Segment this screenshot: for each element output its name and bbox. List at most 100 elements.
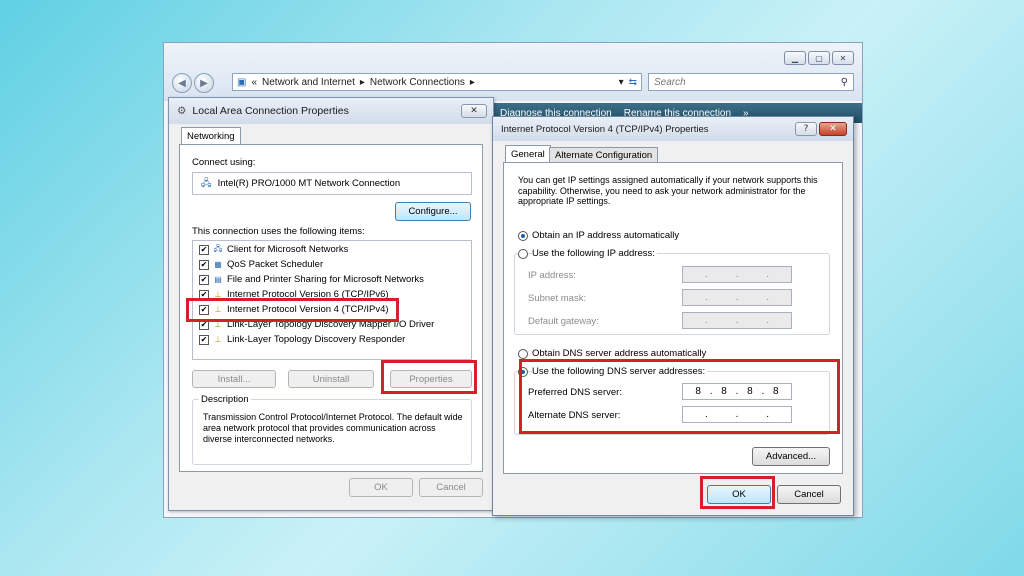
- refresh-icon[interactable]: ⇆: [629, 77, 641, 88]
- breadcrumb-separator-icon[interactable]: ▸: [360, 77, 365, 88]
- adapter-name: Intel(R) PRO/1000 MT Network Connection: [217, 178, 401, 189]
- tab-networking-label: Networking: [187, 131, 235, 142]
- component-checkbox[interactable]: ✔: [199, 319, 209, 330]
- use-following-ip-radio[interactable]: [518, 249, 528, 259]
- ipv4-close-button[interactable]: ✕: [819, 122, 847, 136]
- breadcrumb-separator-icon[interactable]: ▸: [470, 77, 475, 88]
- preferred-dns-field[interactable]: 8 . 8 . 8 . 8: [682, 383, 792, 400]
- install-button[interactable]: Install...: [192, 370, 276, 388]
- default-gateway-field[interactable]: ...: [682, 312, 792, 329]
- ipv4-properties-dialog: Internet Protocol Version 4 (TCP/IPv4) P…: [492, 116, 854, 516]
- back-button[interactable]: ◀: [172, 73, 192, 93]
- obtain-dns-auto-label[interactable]: Obtain DNS server address automatically: [532, 348, 706, 359]
- component-checkbox[interactable]: ✔: [199, 304, 209, 315]
- components-list[interactable]: ✔ 🖧 Client for Microsoft Networks ✔ ▦ QoS Pac…: [192, 240, 472, 360]
- component-label: Internet Protocol Version 6 (TCP/IPv6): [227, 289, 389, 300]
- octet-dot: .: [709, 386, 713, 397]
- preferred-dns-octet-1: 8: [695, 386, 701, 397]
- lan-ok-button[interactable]: OK: [349, 478, 413, 497]
- breadcrumb-network-and-internet[interactable]: Network and Internet: [262, 77, 355, 88]
- networking-panel: Connect using: 🖧 Intel(R) PRO/1000 MT Ne…: [179, 144, 483, 472]
- help-button[interactable]: ?: [795, 122, 817, 136]
- adapter-field: 🖧 Intel(R) PRO/1000 MT Network Connectio…: [192, 172, 472, 195]
- component-item[interactable]: ✔ ▦ QoS Packet Scheduler: [199, 257, 469, 272]
- search-icon[interactable]: ⚲: [841, 77, 853, 88]
- network-folder-icon: ▣: [237, 76, 247, 88]
- use-following-dns-radio[interactable]: [518, 367, 528, 377]
- subnet-mask-field[interactable]: ...: [682, 289, 792, 306]
- component-label: QoS Packet Scheduler: [227, 259, 324, 270]
- tab-general[interactable]: General: [505, 145, 551, 163]
- tab-networking[interactable]: Networking: [181, 127, 241, 145]
- obtain-ip-auto-label[interactable]: Obtain an IP address automatically: [532, 230, 679, 241]
- address-overflow[interactable]: «: [251, 77, 257, 88]
- lan-dialog-title: Local Area Connection Properties: [192, 105, 349, 117]
- use-following-ip-label[interactable]: Use the following IP address:: [532, 248, 657, 259]
- preferred-dns-label: Preferred DNS server:: [528, 387, 622, 398]
- network-adapter-icon: ⚙: [177, 105, 187, 117]
- ip-address-label: IP address:: [528, 270, 576, 281]
- alternate-dns-label: Alternate DNS server:: [528, 410, 621, 421]
- component-item[interactable]: ✔ ⊥ Internet Protocol Version 4 (TCP/IPv4): [199, 302, 469, 317]
- window-controls: ▁ ▢ ✕: [784, 51, 854, 65]
- component-item[interactable]: ✔ ⊥ Link-Layer Topology Discovery Responde…: [199, 332, 469, 347]
- subnet-mask-label: Subnet mask:: [528, 293, 587, 304]
- octet-dot: .: [761, 386, 765, 397]
- search-input[interactable]: Search ⚲: [648, 73, 854, 91]
- description-label: Description: [199, 394, 251, 405]
- ipv4-ok-button[interactable]: OK: [707, 485, 771, 504]
- protocol-icon: ⊥: [214, 320, 222, 329]
- items-label: This connection uses the following items…: [192, 226, 365, 237]
- breadcrumb-network-connections[interactable]: Network Connections: [370, 77, 465, 88]
- forward-button[interactable]: ▶: [194, 73, 214, 93]
- component-label: Internet Protocol Version 4 (TCP/IPv4): [227, 304, 389, 315]
- intro-text: You can get IP settings assigned automat…: [518, 175, 818, 206]
- obtain-ip-auto-radio[interactable]: [518, 231, 528, 241]
- minimize-button[interactable]: ▁: [784, 51, 806, 65]
- lan-cancel-button[interactable]: Cancel: [419, 478, 483, 497]
- window-chrome: [164, 43, 862, 101]
- uninstall-button[interactable]: Uninstall: [288, 370, 374, 388]
- lan-properties-dialog: ⚙ Local Area Connection Properties ✕ Net…: [168, 97, 494, 511]
- connect-using-label: Connect using:: [192, 157, 256, 168]
- protocol-icon: ⊥: [214, 290, 222, 299]
- component-label: Client for Microsoft Networks: [227, 244, 349, 255]
- address-dropdown-icon[interactable]: ▾: [619, 77, 624, 88]
- use-following-dns-label[interactable]: Use the following DNS server addresses:: [532, 366, 708, 377]
- component-checkbox[interactable]: ✔: [199, 334, 209, 345]
- preferred-dns-octet-3: 8: [747, 386, 753, 397]
- alternate-dns-field[interactable]: ...: [682, 406, 792, 423]
- component-checkbox[interactable]: ✔: [199, 274, 209, 285]
- component-item[interactable]: ✔ 🖧 Client for Microsoft Networks: [199, 242, 469, 257]
- component-label: File and Printer Sharing for Microsoft N…: [227, 274, 424, 285]
- tab-alternate-label: Alternate Configuration: [555, 150, 653, 161]
- dns-group: [514, 371, 830, 435]
- maximize-button[interactable]: ▢: [808, 51, 830, 65]
- obtain-dns-auto-radio[interactable]: [518, 349, 528, 359]
- search-placeholder: Search: [654, 76, 686, 88]
- ipv4-cancel-button[interactable]: Cancel: [777, 485, 841, 504]
- component-item[interactable]: ✔ ⊥ Internet Protocol Version 6 (TCP/IPv6): [199, 287, 469, 302]
- component-checkbox[interactable]: ✔: [199, 289, 209, 300]
- component-item[interactable]: ✔ ▤ File and Printer Sharing for Microsoft…: [199, 272, 469, 287]
- component-item[interactable]: ✔ ⊥ Link-Layer Topology Discovery Mapper I…: [199, 317, 469, 332]
- configure-button[interactable]: Configure...: [395, 202, 471, 221]
- ipv4-dialog-title: Internet Protocol Version 4 (TCP/IPv4) P…: [501, 123, 709, 135]
- qos-icon: ▦: [214, 260, 222, 269]
- tab-alternate-configuration[interactable]: Alternate Configuration: [549, 147, 659, 163]
- address-bar[interactable]: ▣ « Network and Internet ▸ Network Conne…: [232, 73, 642, 91]
- preferred-dns-octet-4: 8: [773, 386, 779, 397]
- component-label: Link-Layer Topology Discovery Responder: [227, 334, 406, 345]
- octet-dot: .: [735, 386, 739, 397]
- advanced-button[interactable]: Advanced...: [752, 447, 830, 466]
- close-window-button[interactable]: ✕: [832, 51, 854, 65]
- ip-address-field[interactable]: ...: [682, 266, 792, 283]
- lan-dialog-titlebar: ⚙ Local Area Connection Properties: [169, 98, 493, 124]
- component-label: Link-Layer Topology Discovery Mapper I/O…: [227, 319, 435, 330]
- component-checkbox[interactable]: ✔: [199, 259, 209, 270]
- properties-button[interactable]: Properties: [390, 370, 472, 388]
- lan-close-button[interactable]: ✕: [461, 104, 487, 118]
- description-text: Transmission Control Protocol/Internet P…: [203, 412, 463, 444]
- file-printer-icon: ▤: [214, 275, 222, 284]
- component-checkbox[interactable]: ✔: [199, 244, 209, 255]
